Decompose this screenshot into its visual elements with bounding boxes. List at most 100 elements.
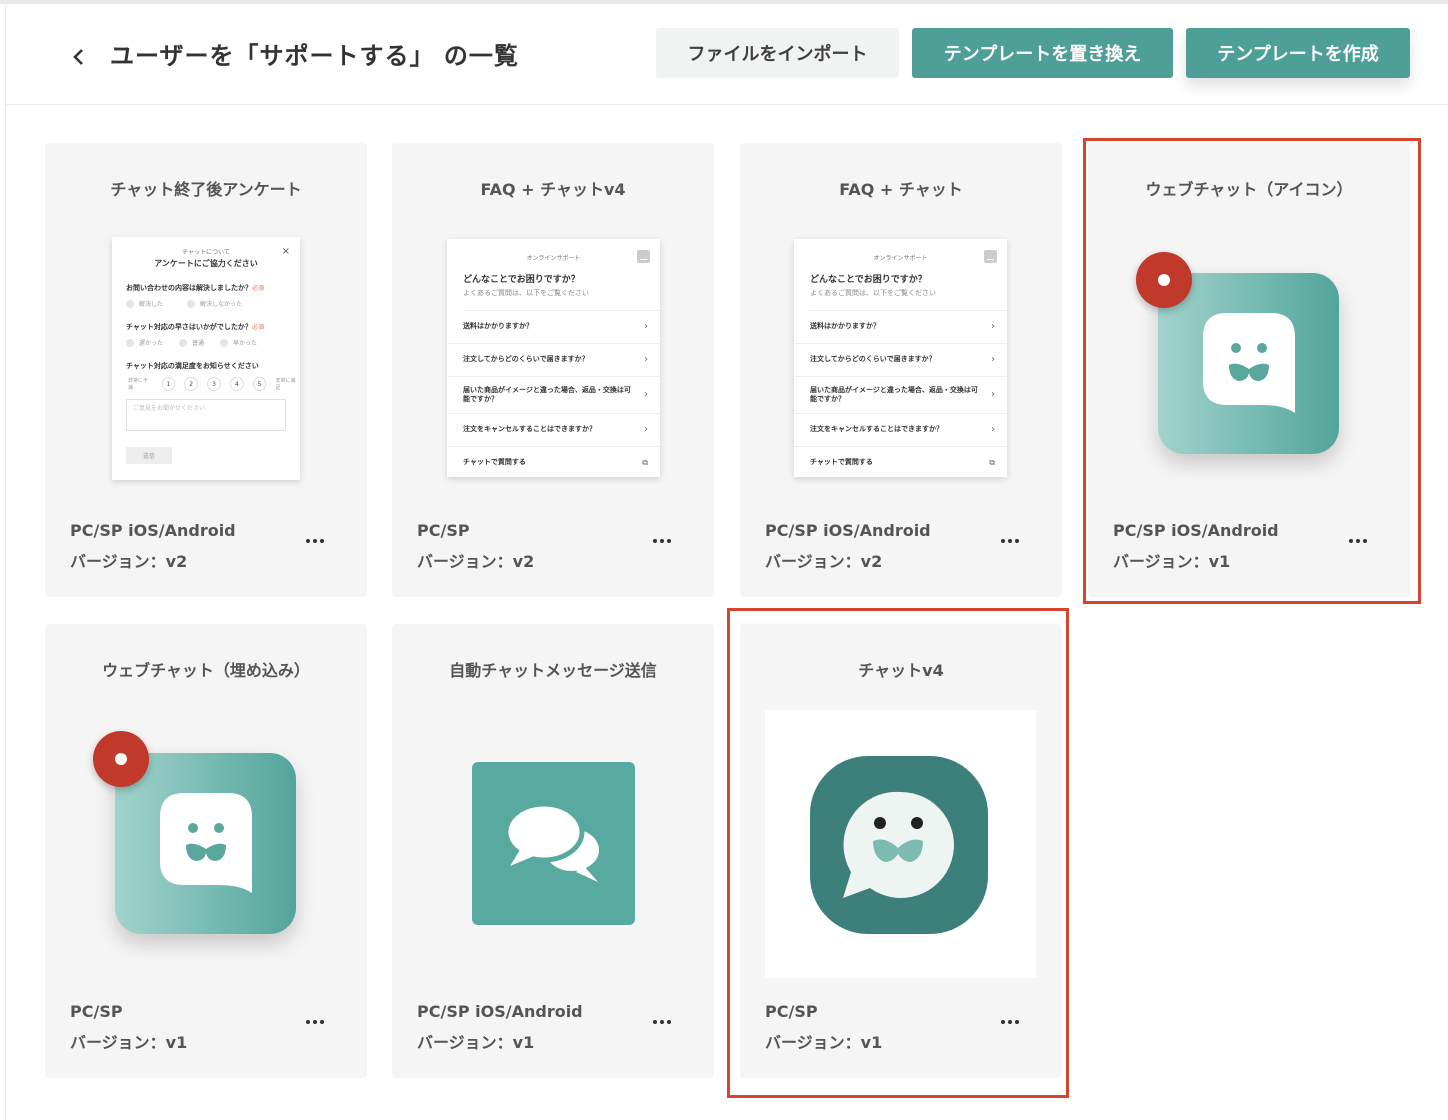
replace-template-button[interactable]: テンプレートを置き換え [912, 28, 1173, 78]
survey-option: 遅かった [139, 340, 164, 347]
faq-item-label: 注文してからどのくらいで届きますか？ [463, 355, 589, 364]
survey-preview: × チャットについて アンケートにご協力ください お問い合わせの内容は解決しまし… [112, 237, 300, 480]
faq-heading: どんなことでお困りですか？ [463, 275, 580, 285]
chevron-right-icon: › [991, 354, 995, 366]
close-icon: × [281, 246, 290, 257]
template-card[interactable]: ウェブチャット（埋め込み） PC/SP バージョン：v1 [45, 624, 367, 1078]
card-title: FAQ + チャットv4 [480, 180, 626, 199]
scale-option: 2 [184, 377, 199, 391]
chevron-right-icon: › [644, 389, 648, 401]
more-options-button[interactable] [303, 531, 327, 551]
scale-option: 4 [229, 377, 244, 391]
more-horizontal-icon [1001, 539, 1019, 543]
faq-item-label: 届いた商品がイメージと違った場合、返品・交換は可能ですか？ [810, 385, 978, 403]
faq-item-label: チャットで質問する [810, 458, 873, 467]
survey-question: チャット対応の早さはいかがでしたか？ [126, 323, 252, 331]
chevron-right-icon: › [991, 424, 995, 436]
survey-heading: アンケートにご協力ください [154, 259, 258, 268]
scale-option: 5 [252, 377, 267, 391]
faq-item: 注文をキャンセルすることはできますか？ › [447, 414, 660, 447]
radio-icon [187, 299, 196, 308]
card-version: バージョン：v2 [765, 552, 883, 571]
survey-option: 解決しなかった [200, 301, 243, 308]
survey-option: 解決した [139, 301, 164, 308]
template-card[interactable]: FAQ + チャットv4 オンラインサポート どんなことでお困りですか？ よくあ… [392, 143, 714, 597]
chevron-right-icon: › [991, 321, 995, 333]
minimize-icon [637, 250, 650, 263]
radio-icon [126, 299, 134, 308]
faq-item: 送料はかかりますか？ › [447, 311, 660, 344]
survey-question: チャット対応の満足度をお知らせください [126, 362, 259, 370]
notification-badge-icon [93, 731, 149, 787]
chevron-right-icon: › [644, 424, 648, 436]
speech-bubbles-icon [472, 762, 635, 925]
faq-item-label: 注文をキャンセルすることはできますか？ [810, 425, 943, 434]
faq-item: 注文をキャンセルすることはできますか？ › [794, 414, 1007, 447]
card-version: バージョン：v1 [70, 1033, 188, 1052]
required-badge: 必須 [251, 324, 264, 331]
minimize-icon [984, 250, 997, 263]
survey-top-label: チャットについて [182, 249, 230, 256]
faq-heading: どんなことでお困りですか？ [810, 275, 927, 285]
card-platform: PC/SP [417, 521, 470, 540]
faq-item-label: 送料はかかりますか？ [463, 322, 533, 331]
scale-option: 1 [161, 377, 176, 391]
radio-icon [179, 338, 188, 347]
faq-item: 注文してからどのくらいで届きますか？ › [447, 344, 660, 377]
faq-top-label: オンラインサポート [526, 255, 581, 262]
speech-bubbles-glyph [503, 801, 605, 882]
faq-item: 送料はかかりますか？ › [794, 311, 1007, 344]
more-options-button[interactable] [303, 1012, 327, 1032]
chevron-left-icon [73, 49, 83, 65]
faq-preview: オンラインサポート どんなことでお困りですか？ よくあるご質問は、以下をご覧くだ… [447, 239, 660, 477]
card-title: ウェブチャット（埋め込み） [102, 661, 310, 680]
more-horizontal-icon [306, 539, 324, 543]
create-template-button[interactable]: テンプレートを作成 [1186, 28, 1410, 78]
required-badge: 必須 [252, 285, 265, 292]
faq-item: チャットで質問する ⧉ [447, 447, 660, 479]
more-options-button[interactable] [650, 1012, 674, 1032]
template-card[interactable]: チャット終了後アンケート × チャットについて アンケートにご協力ください お問… [45, 143, 367, 597]
survey-send-button: 送信 [126, 447, 172, 464]
faq-item-label: 送料はかかりますか？ [810, 322, 880, 331]
radio-icon [220, 338, 229, 347]
faq-subheading: よくあるご質問は、以下をご覧ください [810, 288, 1007, 311]
more-options-button[interactable] [998, 531, 1022, 551]
faq-top-label: オンラインサポート [873, 255, 928, 262]
survey-comment-field: ご意見をお聞かせください [126, 399, 286, 431]
faq-item-label: 届いた商品がイメージと違った場合、返品・交換は可能ですか？ [463, 385, 631, 403]
back-button[interactable] [64, 40, 94, 74]
import-file-button[interactable]: ファイルをインポート [656, 28, 899, 78]
chevron-right-icon: › [644, 321, 648, 333]
faq-preview: オンラインサポート どんなことでお困りですか？ よくあるご質問は、以下をご覧くだ… [794, 239, 1007, 477]
faq-item-label: 注文してからどのくらいで届きますか？ [810, 355, 936, 364]
survey-option: 早かった [233, 340, 258, 347]
survey-option: 普通 [192, 340, 205, 347]
chat-app-icon [115, 753, 296, 934]
template-card[interactable]: FAQ + チャット オンラインサポート どんなことでお困りですか？ よくあるご… [740, 143, 1062, 597]
card-platform: PC/SP [70, 1002, 123, 1021]
more-horizontal-icon [653, 539, 671, 543]
card-platform: PC/SP iOS/Android [70, 521, 236, 540]
card-version: バージョン：v2 [417, 552, 535, 571]
scale-high-label: 非常に満足 [275, 378, 296, 391]
more-options-button[interactable] [650, 531, 674, 551]
card-version: バージョン：v2 [70, 552, 188, 571]
page-header: ユーザーを「サポートする」 の一覧 ファイルをインポート テンプレートを置き換え… [6, 4, 1448, 105]
survey-question: お問い合わせの内容は解決しましたか？ [126, 284, 252, 292]
card-title: FAQ + チャット [839, 180, 963, 199]
card-platform: PC/SP iOS/Android [417, 1002, 583, 1021]
external-link-icon: ⧉ [642, 457, 648, 467]
card-title: 自動チャットメッセージ送信 [449, 661, 657, 680]
more-horizontal-icon [653, 1020, 671, 1024]
chevron-right-icon: › [991, 389, 995, 401]
card-platform: PC/SP iOS/Android [765, 521, 931, 540]
faq-item-label: チャットで質問する [463, 458, 526, 467]
card-version: バージョン：v1 [417, 1033, 535, 1052]
chevron-right-icon: › [644, 354, 648, 366]
scale-option: 3 [207, 377, 221, 391]
template-card[interactable]: 自動チャットメッセージ送信 PC/SP iOS/Android バージョン：v1 [392, 624, 714, 1078]
page-title: ユーザーを「サポートする」 の一覧 [110, 42, 519, 70]
faq-item: 注文してからどのくらいで届きますか？ › [794, 344, 1007, 377]
card-title: チャット終了後アンケート [110, 180, 302, 199]
